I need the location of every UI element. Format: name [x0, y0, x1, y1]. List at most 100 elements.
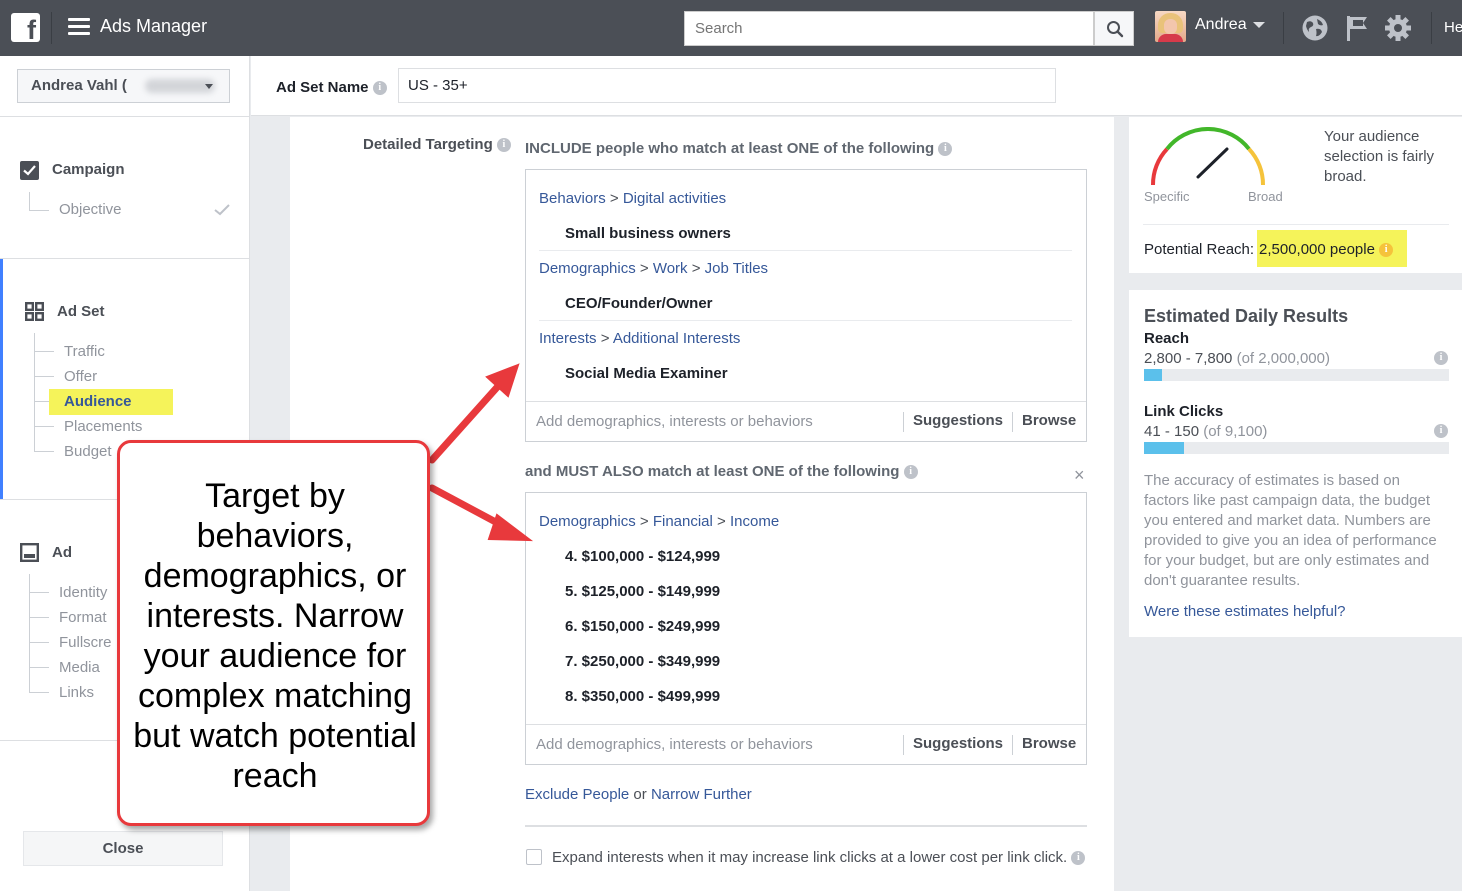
nav-item-budget[interactable]: Budget	[64, 443, 112, 460]
close-icon[interactable]: ×	[1074, 465, 1085, 486]
info-icon[interactable]: i	[903, 465, 918, 480]
crumb-link[interactable]: Demographics	[539, 260, 636, 277]
nav-item-fullscreen[interactable]: Fullscre	[59, 634, 112, 651]
crumb-separator: >	[717, 513, 726, 530]
info-icon[interactable]: i	[1071, 851, 1086, 866]
nav-item-placements[interactable]: Placements	[64, 418, 142, 435]
link-clicks-range: 41 - 150	[1144, 423, 1200, 440]
divider	[1012, 412, 1013, 432]
ad-set-name-label-text: Ad Set Name	[276, 79, 369, 96]
account-selector[interactable]: Andrea Vahl (	[17, 69, 230, 103]
crumb-link[interactable]: Behaviors	[539, 190, 606, 207]
nav-ad-set[interactable]: Ad Set	[57, 303, 105, 320]
potential-reach-value: 2,500,000 people i	[1259, 241, 1394, 258]
globe-icon[interactable]	[1301, 14, 1329, 42]
nav-item-format[interactable]: Format	[59, 609, 107, 626]
narrow-heading-text: and MUST ALSO match at least ONE of the …	[525, 463, 900, 480]
suggestions-button[interactable]: Suggestions	[913, 412, 1003, 429]
breadcrumb: Behaviors > Digital activities	[539, 190, 726, 207]
reach-progress-bar	[1144, 369, 1449, 381]
targeting-search-input[interactable]: Add demographics, interests or behaviors	[536, 413, 813, 430]
gauge-broad-label: Broad	[1248, 189, 1283, 204]
info-icon[interactable]: i	[496, 138, 511, 153]
divider	[1012, 735, 1013, 755]
breadcrumb: Demographics > Work > Job Titles	[539, 260, 768, 277]
crumb-link[interactable]: Additional Interests	[613, 330, 741, 347]
topbar-divider	[1431, 12, 1432, 44]
app-title[interactable]: Ads Manager	[100, 16, 207, 37]
crumb-link[interactable]: Interests	[539, 330, 597, 347]
targeting-item[interactable]: 7. $250,000 - $349,999	[565, 653, 720, 670]
browse-button[interactable]: Browse	[1022, 412, 1076, 429]
group-divider	[539, 320, 1072, 321]
narrow-further-link[interactable]: Narrow Further	[651, 786, 752, 803]
avatar[interactable]	[1155, 11, 1186, 42]
suggestions-button[interactable]: Suggestions	[913, 735, 1003, 752]
nav-item-links[interactable]: Links	[59, 684, 94, 701]
ad-set-name-input[interactable]	[398, 68, 1056, 103]
exclude-narrow-links: Exclude People or Narrow Further	[525, 786, 752, 803]
facebook-logo[interactable]: f	[11, 13, 40, 42]
nav-item-audience[interactable]: Audience	[64, 393, 132, 410]
include-heading: INCLUDE people who match at least ONE of…	[525, 140, 953, 157]
crumb-link[interactable]: Digital activities	[623, 190, 726, 207]
targeting-item[interactable]: 4. $100,000 - $124,999	[565, 548, 720, 565]
targeting-item[interactable]: 5. $125,000 - $149,999	[565, 583, 720, 600]
user-name[interactable]: Andrea	[1195, 16, 1247, 34]
reach-of-total: (of 2,000,000)	[1236, 350, 1330, 367]
gear-icon[interactable]	[1384, 14, 1412, 42]
nav-item-objective[interactable]: Objective	[59, 201, 122, 218]
info-icon[interactable]: i	[1434, 424, 1448, 438]
nav-item-identity[interactable]: Identity	[59, 584, 107, 601]
targeting-item[interactable]: 6. $150,000 - $249,999	[565, 618, 720, 635]
targeting-search-input[interactable]: Add demographics, interests or behaviors	[536, 736, 813, 753]
tree-line	[34, 426, 54, 427]
nav-ad[interactable]: Ad	[52, 544, 72, 561]
crumb-link[interactable]: Job Titles	[705, 260, 768, 277]
exclude-people-link[interactable]: Exclude People	[525, 786, 629, 803]
reach-range: 2,800 - 7,800	[1144, 350, 1233, 367]
search-button[interactable]	[1094, 11, 1134, 46]
crumb-link[interactable]: Income	[730, 513, 779, 530]
targeting-item[interactable]: 8. $350,000 - $499,999	[565, 688, 720, 705]
expand-interests-checkbox[interactable]	[526, 849, 542, 865]
targeting-item[interactable]: CEO/Founder/Owner	[565, 295, 713, 312]
info-icon[interactable]: i	[1379, 243, 1394, 258]
crumb-link[interactable]: Financial	[653, 513, 713, 530]
close-button[interactable]: Close	[23, 831, 223, 866]
targeting-item[interactable]: Small business owners	[565, 225, 731, 242]
info-icon[interactable]: i	[938, 142, 953, 157]
nav-item-traffic[interactable]: Traffic	[64, 343, 105, 360]
link-clicks-progress-bar	[1144, 442, 1449, 454]
crumb-separator: >	[639, 513, 649, 530]
tree-line	[34, 376, 54, 377]
search-input[interactable]	[684, 11, 1094, 46]
help-link[interactable]: He	[1444, 19, 1462, 36]
include-targeting-box: Behaviors > Digital activities Small bus…	[525, 169, 1087, 442]
detailed-targeting-label-text: Detailed Targeting	[363, 136, 493, 153]
tree-line	[29, 667, 49, 668]
estimates-helpful-link[interactable]: Were these estimates helpful?	[1144, 603, 1346, 620]
nav-divider	[0, 116, 250, 117]
checkmark-icon	[214, 204, 230, 216]
flag-icon[interactable]	[1344, 14, 1370, 42]
info-icon[interactable]: i	[372, 81, 387, 96]
estimated-results-title: Estimated Daily Results	[1144, 306, 1349, 326]
crumb-link[interactable]: Work	[653, 260, 688, 277]
group-divider	[539, 250, 1072, 251]
targeting-item[interactable]: Social Media Examiner	[565, 365, 728, 382]
nav-item-media[interactable]: Media	[59, 659, 100, 676]
nav-item-offer[interactable]: Offer	[64, 368, 97, 385]
detailed-targeting-label: Detailed Targeting i	[363, 136, 511, 153]
menu-icon[interactable]	[68, 18, 90, 36]
info-icon[interactable]: i	[1434, 351, 1448, 365]
topbar-divider	[1283, 12, 1284, 44]
nav-campaign[interactable]: Campaign	[52, 161, 125, 178]
crumb-link[interactable]: Demographics	[539, 513, 636, 530]
estimated-daily-results-card: Estimated Daily Results Reach 2,800 - 7,…	[1129, 290, 1462, 637]
chevron-down-icon[interactable]	[1253, 22, 1265, 28]
tree-line	[29, 642, 49, 643]
browse-button[interactable]: Browse	[1022, 735, 1076, 752]
card-divider	[1143, 224, 1449, 225]
tree-line	[29, 192, 30, 210]
